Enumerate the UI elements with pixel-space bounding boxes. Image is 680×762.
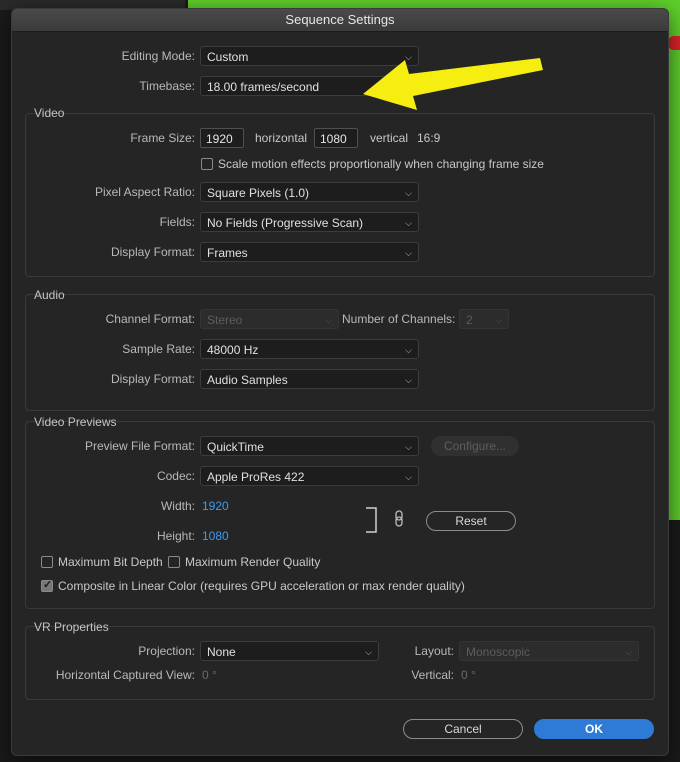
vr-properties-title: VR Properties	[34, 620, 109, 634]
channel-format-value: Stereo	[207, 313, 243, 327]
chevron-down-icon: ⌵	[625, 647, 632, 657]
sequence-settings-dialog: Sequence Settings Editing Mode: Custom ⌵…	[11, 8, 669, 756]
chevron-down-icon: ⌵	[405, 218, 412, 228]
scale-motion-label: Scale motion effects proportionally when…	[218, 157, 544, 171]
projection-value: None	[207, 645, 236, 659]
vr-properties-group	[25, 626, 655, 700]
num-channels-dropdown[interactable]: 2 ⌵	[459, 309, 509, 329]
max-render-quality-label: Maximum Render Quality	[185, 555, 321, 569]
chevron-down-icon: ⌵	[405, 188, 412, 198]
audio-display-format-value: Audio Samples	[207, 373, 288, 387]
background-marker	[668, 36, 680, 50]
link-bracket-icon	[366, 507, 377, 533]
fields-value: No Fields (Progressive Scan)	[207, 216, 364, 230]
hcv-label: Horizontal Captured View:	[55, 668, 195, 682]
reset-button[interactable]: Reset	[426, 511, 516, 531]
codec-dropdown[interactable]: Apple ProRes 422 ⌵	[200, 466, 419, 486]
chain-link-icon[interactable]	[393, 510, 405, 528]
cancel-button[interactable]: Cancel	[403, 719, 523, 739]
aspect-ratio-text: 16:9	[417, 131, 441, 145]
dialog-title: Sequence Settings	[12, 9, 668, 32]
audio-display-format-label: Display Format:	[110, 372, 195, 386]
preview-width-label: Width:	[160, 499, 195, 513]
chevron-down-icon: ⌵	[405, 375, 412, 385]
max-bit-depth-label: Maximum Bit Depth	[58, 555, 163, 569]
vertical-label: vertical	[370, 131, 409, 145]
projection-dropdown[interactable]: None ⌵	[200, 641, 379, 661]
audio-display-format-dropdown[interactable]: Audio Samples ⌵	[200, 369, 419, 389]
audio-group-title: Audio	[34, 288, 65, 302]
ok-button[interactable]: OK	[534, 719, 654, 739]
sample-rate-label: Sample Rate:	[122, 342, 195, 356]
video-display-format-label: Display Format:	[110, 245, 195, 259]
num-channels-label: Number of Channels:	[342, 312, 456, 326]
horizontal-label: horizontal	[255, 131, 308, 145]
linear-color-checkbox[interactable]	[41, 578, 53, 592]
video-display-format-dropdown[interactable]: Frames ⌵	[200, 242, 419, 262]
sample-rate-dropdown[interactable]: 48000 Hz ⌵	[200, 339, 419, 359]
fields-label: Fields:	[159, 215, 195, 229]
frame-height-input[interactable]: 1080	[314, 128, 358, 148]
video-previews-title: Video Previews	[34, 415, 117, 429]
layout-dropdown[interactable]: Monoscopic ⌵	[459, 641, 639, 661]
channel-format-label: Channel Format:	[105, 312, 195, 326]
scale-motion-checkbox[interactable]	[201, 158, 213, 170]
frame-width-input[interactable]: 1920	[200, 128, 244, 148]
chevron-down-icon: ⌵	[405, 248, 412, 258]
timebase-value: 18.00 frames/second	[207, 80, 320, 94]
preview-format-value: QuickTime	[207, 440, 264, 454]
max-render-quality-checkbox[interactable]	[168, 556, 180, 568]
annotation-arrow	[363, 58, 543, 110]
preview-format-dropdown[interactable]: QuickTime ⌵	[200, 436, 419, 456]
configure-button[interactable]: Configure...	[431, 436, 519, 456]
channel-format-dropdown[interactable]: Stereo ⌵	[200, 309, 339, 329]
preview-height-label: Height:	[156, 529, 195, 543]
sample-rate-value: 48000 Hz	[207, 343, 259, 357]
hcv-value[interactable]: 0 °	[202, 668, 217, 682]
frame-size-label: Frame Size:	[130, 131, 195, 145]
chevron-down-icon: ⌵	[405, 472, 412, 482]
preview-height-value[interactable]: 1080	[202, 529, 229, 543]
max-bit-depth-checkbox[interactable]	[41, 556, 53, 568]
preview-width-value[interactable]: 1920	[202, 499, 229, 513]
video-display-format-value: Frames	[207, 246, 248, 260]
preview-format-label: Preview File Format:	[84, 439, 195, 453]
num-channels-value: 2	[466, 313, 473, 327]
pixel-aspect-label: Pixel Aspect Ratio:	[94, 185, 195, 199]
pixel-aspect-value: Square Pixels (1.0)	[207, 186, 310, 200]
vr-vertical-value[interactable]: 0 °	[461, 668, 476, 682]
codec-label: Codec:	[156, 469, 195, 483]
vr-vertical-label: Vertical:	[411, 668, 454, 682]
projection-label: Projection:	[138, 644, 195, 658]
chevron-down-icon: ⌵	[325, 315, 332, 325]
chevron-down-icon: ⌵	[405, 345, 412, 355]
chevron-down-icon: ⌵	[495, 315, 502, 325]
fields-dropdown[interactable]: No Fields (Progressive Scan) ⌵	[200, 212, 419, 232]
linear-color-label: Composite in Linear Color (requires GPU …	[58, 579, 465, 593]
pixel-aspect-dropdown[interactable]: Square Pixels (1.0) ⌵	[200, 182, 419, 202]
codec-value: Apple ProRes 422	[207, 470, 305, 484]
editing-mode-value: Custom	[207, 50, 249, 64]
chevron-down-icon: ⌵	[365, 647, 372, 657]
layout-value: Monoscopic	[466, 645, 531, 659]
timebase-label: Timebase:	[139, 79, 195, 93]
video-group-title: Video	[34, 106, 65, 120]
chevron-down-icon: ⌵	[405, 442, 412, 452]
layout-label: Layout:	[414, 644, 454, 658]
editing-mode-label: Editing Mode:	[121, 49, 195, 63]
